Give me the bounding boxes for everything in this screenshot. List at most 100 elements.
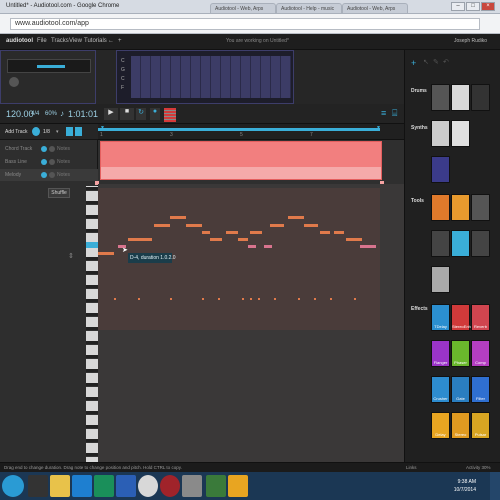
quantize-value[interactable]: 1/8 [43, 129, 50, 135]
piano-keys[interactable] [86, 186, 98, 462]
effect-tile[interactable]: TDelay [431, 304, 450, 331]
show-desktop-button[interactable] [490, 472, 500, 500]
cursor-tool-icon[interactable]: ↖ [423, 58, 429, 66]
piano-keyboard[interactable] [86, 186, 98, 462]
add-track-button[interactable]: Add Track [5, 129, 28, 135]
effect-tile[interactable]: Comp [471, 340, 490, 367]
chrome-icon[interactable] [138, 475, 158, 497]
play-button[interactable]: ▶ [104, 108, 118, 120]
velocity-marker[interactable] [330, 298, 332, 300]
effect-tile[interactable]: Pulsar [471, 412, 490, 439]
links-button[interactable]: Links [406, 465, 417, 470]
swing-value[interactable]: 60% [45, 111, 57, 117]
midi-note[interactable] [98, 252, 114, 255]
midi-note[interactable] [264, 245, 272, 248]
maximize-button[interactable]: □ [466, 2, 480, 11]
menu-view[interactable]: View [69, 38, 82, 44]
midi-note[interactable] [128, 238, 152, 241]
step-grid[interactable] [131, 56, 291, 98]
effect-tile[interactable]: Flanger [431, 340, 450, 367]
device-tile[interactable] [451, 230, 470, 257]
device-tile[interactable] [431, 230, 450, 257]
midi-note[interactable] [210, 238, 222, 241]
resize-handle-icon[interactable]: ⇕ [68, 252, 74, 264]
mute-toggle[interactable] [41, 146, 47, 152]
midi-note[interactable] [170, 216, 186, 219]
effect-tile[interactable]: Phaser [451, 340, 470, 367]
midi-note[interactable] [334, 231, 344, 234]
track-row-melody[interactable]: Melody Notes [0, 169, 98, 181]
midi-note[interactable] [226, 231, 238, 234]
add-device-icon[interactable]: + [411, 58, 416, 68]
device-tile[interactable] [431, 266, 450, 293]
editor-mode-icon[interactable]: ⌸ [392, 108, 401, 120]
record-button[interactable]: ● [150, 108, 160, 120]
system-clock[interactable]: 9:38 AM 10/7/2014 [454, 478, 476, 494]
midi-note[interactable] [288, 216, 304, 219]
add-icon[interactable]: + [118, 38, 122, 44]
velocity-marker[interactable] [298, 298, 300, 300]
velocity-marker[interactable] [114, 298, 116, 300]
track-menu[interactable]: Notes [57, 159, 70, 165]
effect-tile[interactable]: StereoEnh [451, 304, 471, 331]
velocity-marker[interactable] [170, 298, 172, 300]
stop-button[interactable]: ■ [120, 108, 134, 120]
effect-tile[interactable]: Delay [431, 412, 450, 439]
midi-note[interactable] [320, 231, 330, 234]
taskbar-app-icon[interactable] [182, 475, 202, 497]
velocity-marker[interactable] [258, 298, 260, 300]
velocity-marker[interactable] [138, 298, 140, 300]
browser-tab[interactable]: Audiotool - Web, Arps [342, 3, 408, 13]
metronome-icon[interactable]: ♪ [60, 109, 64, 118]
volume-slider[interactable] [37, 65, 65, 68]
back-arrow-icon[interactable]: ← [108, 38, 114, 44]
device-tile[interactable] [471, 194, 490, 221]
toggle-icon[interactable] [75, 127, 82, 136]
menu-tracks[interactable]: Tracks [51, 38, 69, 44]
browser-tab[interactable]: Audiotool - Web, Arps [210, 3, 276, 13]
sequencer-device[interactable]: CGCF [116, 50, 294, 104]
device-tile[interactable] [431, 84, 450, 111]
device-tile[interactable] [431, 156, 450, 183]
device-tile[interactable] [451, 120, 470, 147]
browser-tab[interactable]: Audiotool - Help - music [276, 3, 342, 13]
effect-tile[interactable]: Crusher [431, 376, 450, 403]
solo-toggle[interactable] [49, 159, 55, 165]
track-row-bass[interactable]: Bass Line Notes [0, 156, 98, 168]
device-tile[interactable] [471, 84, 490, 111]
dropdown-arrow-icon[interactable]: ▾ [56, 129, 59, 135]
solo-toggle[interactable] [49, 172, 55, 178]
track-row-chord[interactable]: Chord Track Notes [0, 143, 98, 155]
effect-tile[interactable]: Filter [471, 376, 490, 403]
mute-toggle[interactable] [41, 159, 47, 165]
effect-tile[interactable]: Reverb [471, 304, 490, 331]
record-meter-icon[interactable] [164, 108, 176, 122]
track-menu[interactable]: Notes [57, 172, 70, 178]
midi-note[interactable] [360, 245, 376, 248]
midi-note[interactable] [346, 238, 362, 241]
minimize-button[interactable]: – [451, 2, 465, 11]
effect-tile[interactable]: Gate [451, 376, 470, 403]
mixer-device[interactable] [0, 50, 96, 104]
melody-region[interactable] [100, 141, 382, 180]
velocity-marker[interactable] [202, 298, 204, 300]
device-tile[interactable] [431, 194, 450, 221]
velocity-marker[interactable] [274, 298, 276, 300]
device-tile[interactable] [431, 120, 450, 147]
midi-note[interactable] [202, 231, 210, 234]
knob-icon[interactable] [9, 77, 19, 87]
taskbar-app-icon[interactable] [206, 475, 226, 497]
time-signature[interactable]: 4/4 [31, 111, 39, 117]
velocity-marker[interactable] [354, 298, 356, 300]
word-icon[interactable] [116, 475, 136, 497]
midi-note[interactable] [304, 224, 318, 227]
effect-tile[interactable]: Stereo [451, 412, 470, 439]
velocity-marker[interactable] [242, 298, 244, 300]
menu-tutorials[interactable]: Tutorials [84, 38, 107, 44]
quantize-icon[interactable] [32, 127, 40, 136]
mute-toggle[interactable] [41, 172, 47, 178]
midi-note[interactable] [186, 224, 202, 227]
midi-note[interactable] [270, 224, 284, 227]
solo-toggle[interactable] [49, 146, 55, 152]
shuffle-button[interactable]: Shuffle [48, 188, 70, 198]
